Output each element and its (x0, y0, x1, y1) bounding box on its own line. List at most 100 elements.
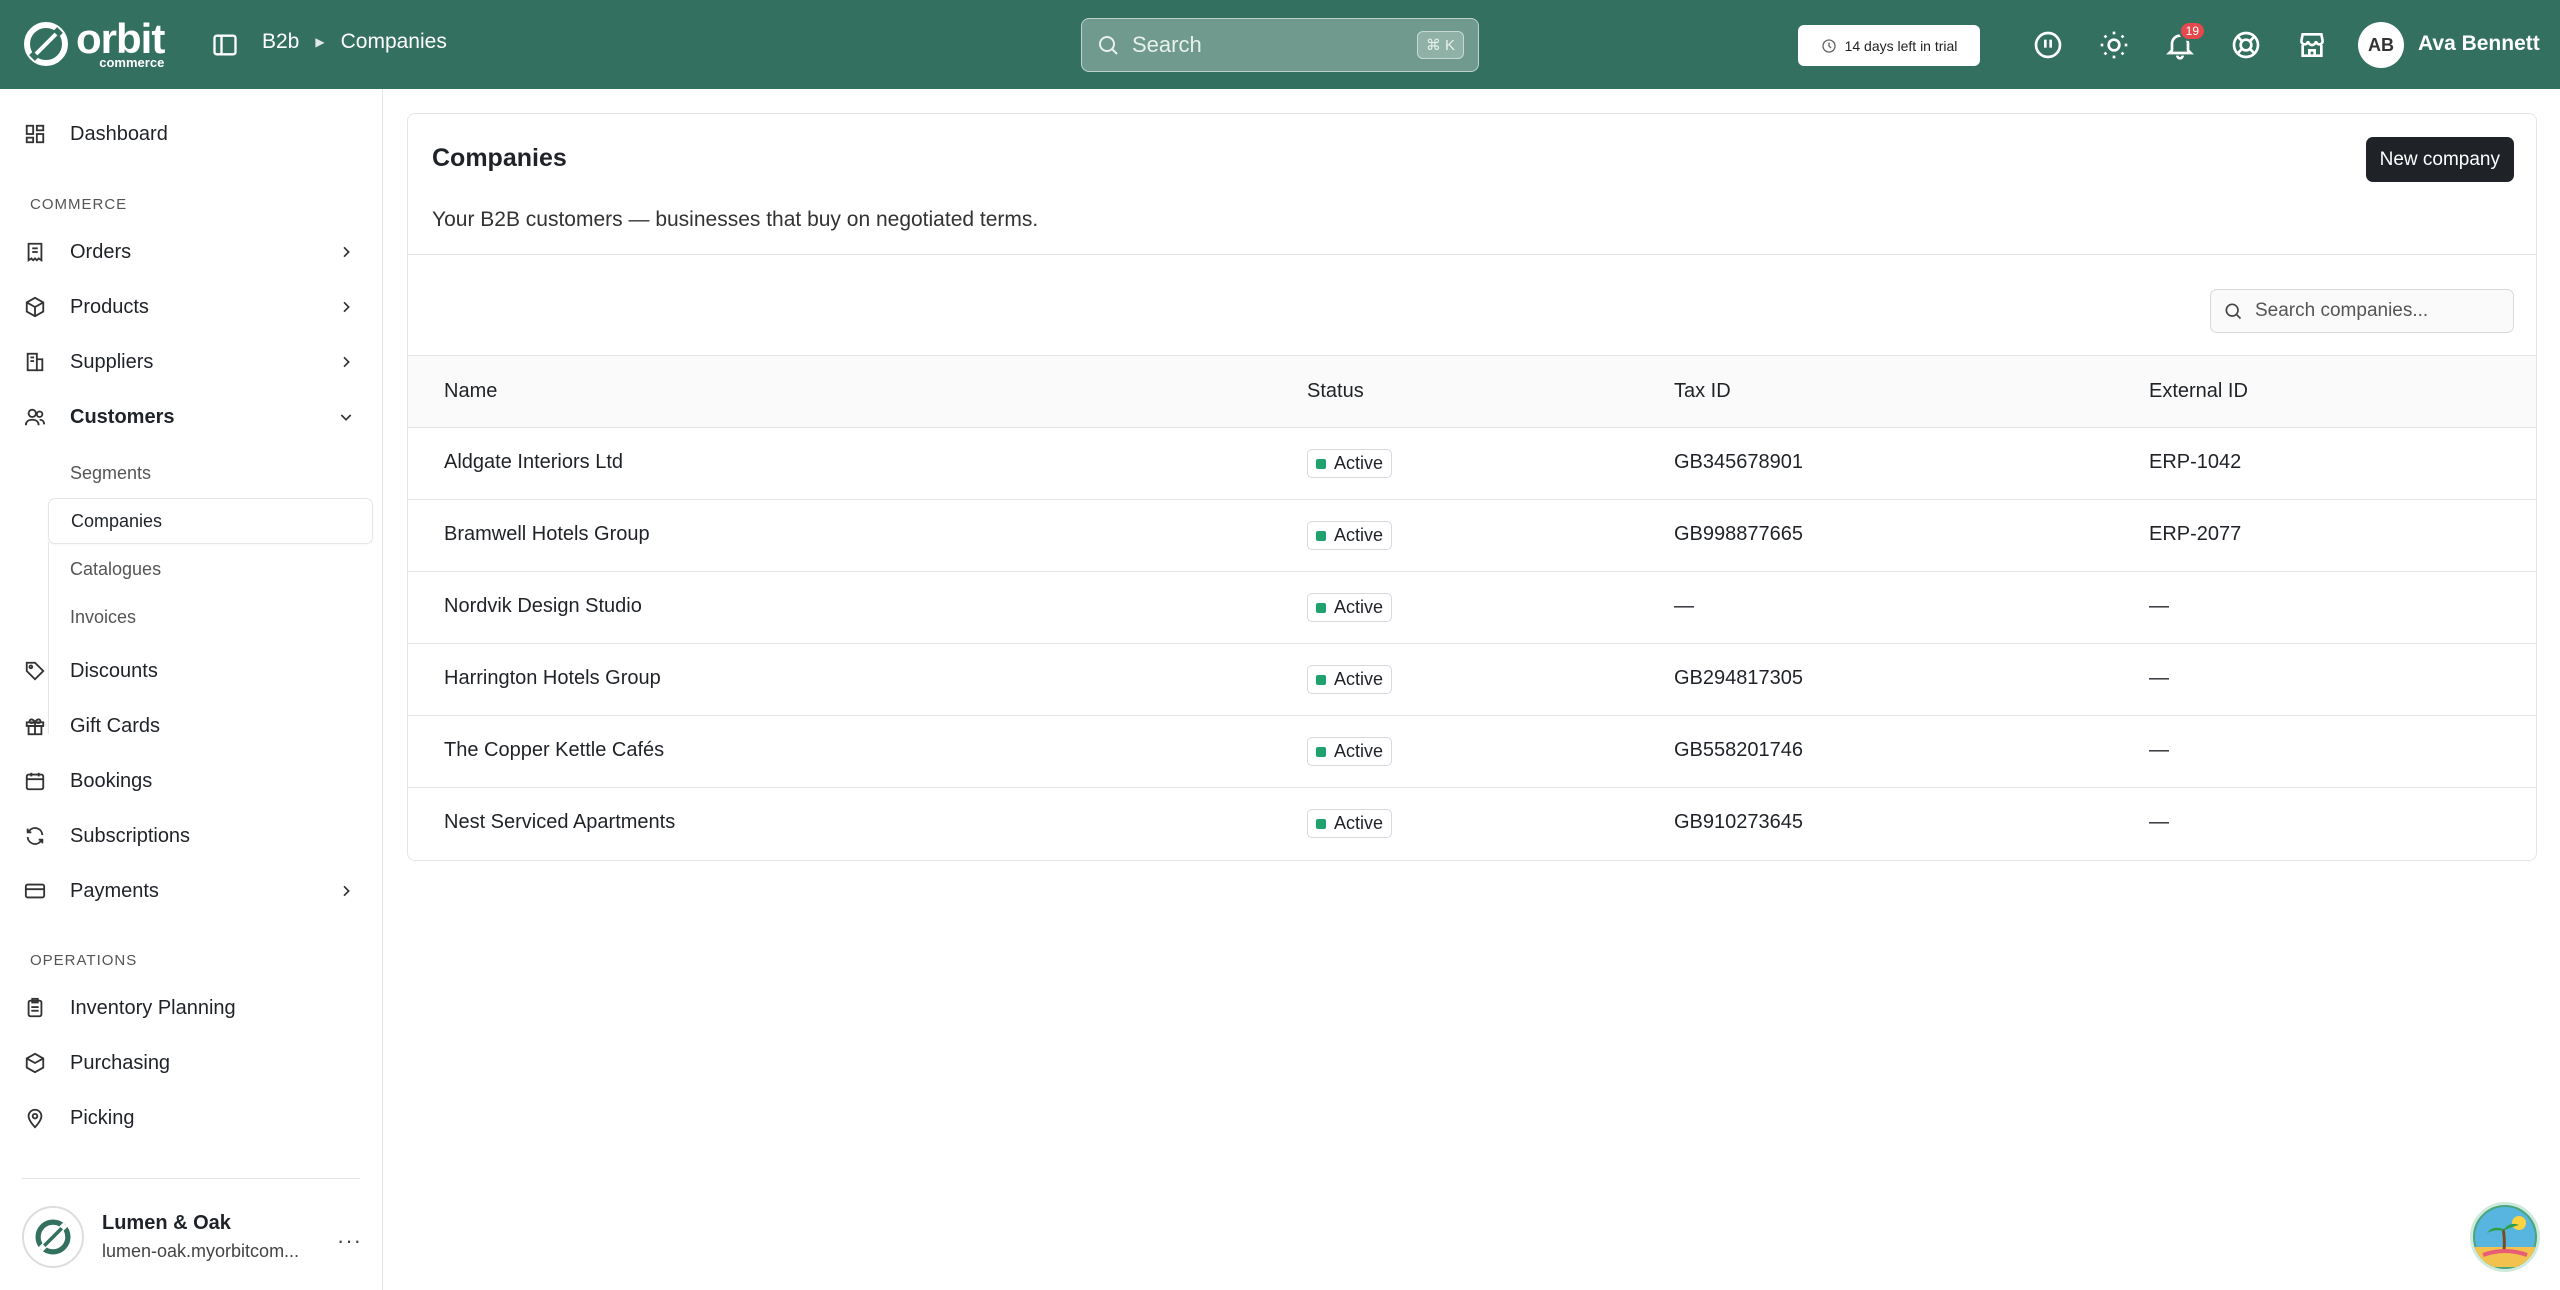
sidebar-item-orders[interactable]: Orders (22, 230, 372, 274)
status-label: Active (1334, 669, 1384, 689)
store-switcher[interactable]: Lumen & Oak lumen-oak.myorbitcom... ··· (22, 1204, 372, 1270)
sidebar-item-products[interactable]: Products (22, 285, 372, 329)
card-divider (408, 254, 2536, 255)
sidebar-item-purchasing[interactable]: Purchasing (22, 1041, 372, 1085)
sidebar-item-bookings[interactable]: Bookings (22, 759, 372, 803)
refresh-icon (22, 823, 48, 849)
sidebar-item-discounts[interactable]: Discounts (22, 649, 372, 693)
table-row[interactable]: The Copper Kettle Cafés Active GB5582017… (408, 716, 2536, 788)
sidebar-item-dashboard[interactable]: Dashboard (22, 112, 372, 156)
sidebar-item-label: Suppliers (70, 350, 154, 373)
sidebar-item-label: Orders (70, 240, 132, 263)
users-icon (22, 404, 48, 430)
sidebar-subitem-catalogues[interactable]: Catalogues (48, 546, 373, 592)
breadcrumb-b2b[interactable]: B2b (262, 30, 299, 54)
status-dot-icon (1316, 818, 1326, 829)
more-options-icon[interactable]: ··· (337, 1228, 362, 1254)
table-header: Name Status Tax ID External ID (408, 355, 2536, 428)
sidebar-subitem-segments[interactable]: Segments (48, 450, 373, 496)
status-label: Active (1334, 453, 1384, 473)
box-icon (22, 1050, 48, 1076)
receipt-icon (22, 239, 48, 265)
help-button[interactable] (2228, 27, 2264, 63)
sidebar-toggle-button[interactable] (208, 28, 242, 62)
column-header-tax-id[interactable]: Tax ID (1674, 380, 1731, 403)
palm-island-icon (2475, 1207, 2535, 1267)
chevron-down-icon (340, 414, 352, 421)
dashboard-icon (22, 121, 48, 147)
status-badge: Active (1307, 593, 1393, 622)
sidebar-item-label: Customers (70, 405, 175, 428)
sidebar-item-label: Gift Cards (70, 714, 161, 737)
table-row[interactable]: Bramwell Hotels Group Active GB998877665… (408, 500, 2536, 572)
storefront-button[interactable] (2294, 27, 2330, 63)
store-name: Lumen & Oak (102, 1212, 231, 1234)
sidebar-item-subscriptions[interactable]: Subscriptions (22, 814, 372, 858)
companies-search-input[interactable]: Search companies... (2210, 289, 2514, 333)
tax-id: GB294817305 (1674, 667, 1804, 689)
company-name: Nest Serviced Apartments (444, 811, 676, 833)
sidebar-subitem-invoices[interactable]: Invoices (48, 594, 373, 640)
sidebar-item-picking[interactable]: Picking (22, 1096, 372, 1140)
tax-id: GB558201746 (1674, 739, 1804, 761)
global-search-input[interactable]: Search ⌘ K (1081, 18, 1479, 72)
store-url: lumen-oak.myorbitcom... (102, 1241, 300, 1261)
sidebar-item-customers[interactable]: Customers (22, 395, 372, 439)
sidebar-subitem-companies[interactable]: Companies (48, 498, 373, 544)
clipboard-icon (22, 995, 48, 1021)
new-company-button[interactable]: New company (2365, 137, 2514, 182)
sidebar-item-suppliers[interactable]: Suppliers (22, 340, 372, 384)
table-row[interactable]: Nest Serviced Apartments Active GB910273… (408, 788, 2536, 860)
sidebar-item-label: Dashboard (70, 122, 168, 145)
sidebar-item-label: Products (70, 295, 149, 318)
sidebar-panel-icon (213, 34, 237, 56)
company-name: Nordvik Design Studio (444, 595, 642, 617)
theme-toggle-button[interactable] (2096, 27, 2132, 63)
trial-badge[interactable]: 14 days left in trial (1798, 25, 1980, 66)
status-label: Active (1334, 597, 1384, 617)
chevron-right-icon (343, 356, 350, 368)
status-badge: Active (1307, 809, 1393, 838)
breadcrumb: B2b ▶ Companies (262, 30, 447, 54)
company-name: Harrington Hotels Group (444, 667, 661, 689)
status-dot-icon (1316, 746, 1326, 757)
avatar[interactable]: AB (2358, 22, 2404, 68)
companies-search-placeholder: Search companies... (2255, 300, 2429, 321)
feedback-button[interactable] (2030, 27, 2066, 63)
status-badge: Active (1307, 521, 1393, 550)
sidebar-item-gift-cards[interactable]: Gift Cards (22, 704, 372, 748)
breadcrumb-separator-icon: ▶ (315, 35, 325, 49)
search-icon (1099, 36, 1118, 55)
top-bar: orbit commerce B2b ▶ Companies Search ⌘ … (0, 0, 2560, 89)
tag-icon (22, 658, 48, 684)
external-id: — (2149, 595, 2169, 617)
breadcrumb-companies: Companies (340, 30, 447, 53)
page-description: Your B2B customers — businesses that buy… (432, 208, 1039, 231)
sidebar-item-inventory-planning[interactable]: Inventory Planning (22, 986, 372, 1030)
notifications-button[interactable]: 19 (2162, 21, 2206, 63)
column-header-status[interactable]: Status (1307, 380, 1364, 403)
assistant-chat-button[interactable] (2470, 1202, 2540, 1272)
gift-icon (22, 713, 48, 739)
table-row[interactable]: Harrington Hotels Group Active GB2948173… (408, 644, 2536, 716)
logo-subtext: commerce (99, 55, 165, 70)
tax-id: GB345678901 (1674, 451, 1804, 473)
tax-id: GB998877665 (1674, 523, 1804, 545)
sidebar-item-payments[interactable]: Payments (22, 869, 372, 913)
section-label-operations: OPERATIONS (30, 952, 138, 969)
table-row[interactable]: Aldgate Interiors Ltd Active GB345678901… (408, 428, 2536, 500)
user-name[interactable]: Ava Bennett (2418, 32, 2540, 56)
table-row[interactable]: Nordvik Design Studio Active — — (408, 572, 2536, 644)
status-dot-icon (1316, 458, 1326, 469)
company-name: Aldgate Interiors Ltd (444, 451, 623, 473)
sidebar-item-label: Purchasing (70, 1051, 171, 1074)
external-id: — (2149, 811, 2169, 833)
column-header-name[interactable]: Name (444, 380, 497, 403)
map-pin-icon (22, 1105, 48, 1131)
companies-card: Companies New company Your B2B customers… (407, 113, 2537, 861)
orbit-logo[interactable]: orbit commerce (22, 18, 165, 70)
search-shortcut: ⌘ K (1416, 31, 1464, 59)
external-id: — (2149, 739, 2169, 761)
column-header-external-id[interactable]: External ID (2149, 380, 2248, 403)
status-label: Active (1334, 813, 1384, 833)
